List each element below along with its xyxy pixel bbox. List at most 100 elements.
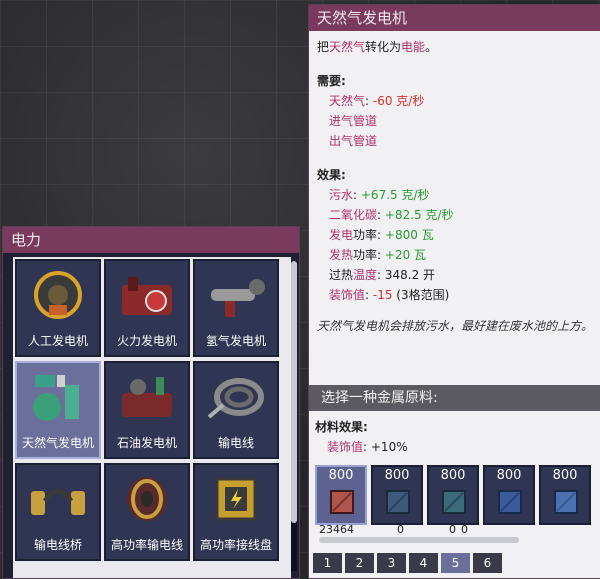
build-item-wire[interactable]: 输电线 bbox=[193, 361, 279, 459]
metal-ore-icon bbox=[442, 490, 466, 514]
material-cost: 800 bbox=[328, 468, 354, 483]
material-cost: 800 bbox=[440, 468, 466, 483]
separator: : bbox=[377, 268, 385, 282]
description-text: 。 bbox=[425, 40, 438, 54]
heavy-wire-joint-plate-icon bbox=[215, 477, 257, 521]
effect-name: 二氧化碳 bbox=[329, 208, 378, 222]
wire-bridge-icon bbox=[31, 488, 85, 515]
effect-name: 发热 bbox=[329, 248, 354, 262]
build-menu-grid: 人工发电机 火力发电机 氢气发电机 天然气发电机 石油发电机 输电线 输电线桥 … bbox=[13, 257, 291, 578]
page-button-active[interactable]: 5 bbox=[441, 553, 470, 573]
petroleum-generator-icon bbox=[122, 377, 172, 417]
effect-extra: (3格范围) bbox=[392, 288, 450, 302]
separator: : bbox=[365, 288, 373, 302]
material-count: 23464 bbox=[319, 523, 354, 536]
effect-co2: 二氧化碳: +82.5 克/秒 bbox=[317, 205, 593, 225]
hydrogen-generator-icon bbox=[211, 279, 265, 317]
material-effects-title: 材料效果: bbox=[315, 420, 368, 434]
heavy-wire-icon bbox=[127, 477, 167, 521]
build-item-heavy-wire-joint-plate[interactable]: 高功率接线盘 bbox=[193, 463, 279, 561]
page-button[interactable]: 1 bbox=[313, 553, 342, 573]
build-item-hydrogen-generator[interactable]: 氢气发电机 bbox=[193, 259, 279, 357]
effect-value: +82.5 克/秒 bbox=[384, 208, 454, 222]
requirement-value: -60 克/秒 bbox=[372, 94, 425, 108]
material-selection-header: 选择一种金属原料: bbox=[309, 385, 600, 411]
effect-name-prefix: 过热 bbox=[329, 268, 354, 282]
coal-generator-icon bbox=[122, 277, 172, 315]
material-option[interactable]: 800 bbox=[371, 465, 423, 525]
separator: : bbox=[377, 228, 385, 242]
build-item-heavy-wire[interactable]: 高功率输电线 bbox=[104, 463, 190, 561]
separator: : bbox=[377, 208, 385, 222]
material-count: 0 bbox=[397, 523, 404, 536]
page-button[interactable]: 6 bbox=[473, 553, 502, 573]
build-item-manual-generator[interactable]: 人工发电机 bbox=[15, 259, 101, 357]
page-button[interactable]: 2 bbox=[345, 553, 374, 573]
page-button[interactable]: 4 bbox=[409, 553, 438, 573]
description-text: 把 bbox=[317, 40, 330, 54]
description-gas-link: 天然气 bbox=[329, 40, 366, 54]
build-item-natural-gas-generator[interactable]: 天然气发电机 bbox=[15, 361, 101, 459]
material-option[interactable]: 800 bbox=[427, 465, 479, 525]
material-effects: 材料效果: 装饰值: +10% bbox=[315, 417, 408, 457]
description: 把天然气转化为电能。 bbox=[317, 37, 593, 57]
description-power-link: 电能 bbox=[401, 40, 426, 54]
separator: : bbox=[363, 440, 371, 454]
metal-ore-icon bbox=[554, 490, 578, 514]
build-item-label: 天然气发电机 bbox=[21, 436, 94, 450]
effect-name-suffix: 功率 bbox=[353, 248, 378, 262]
effect-value: +800 瓦 bbox=[384, 228, 434, 242]
manual-generator-icon bbox=[34, 271, 82, 319]
requirement-name: 天然气 bbox=[329, 94, 366, 108]
effect-decor: 装饰值: -15 (3格范围) bbox=[317, 285, 593, 305]
build-item-label: 人工发电机 bbox=[27, 334, 88, 348]
build-item-coal-generator[interactable]: 火力发电机 bbox=[104, 259, 190, 357]
material-count: 0 bbox=[449, 523, 456, 536]
effect-name: 装饰值 bbox=[329, 288, 366, 302]
requirement-input-pipe: 进气管道 bbox=[329, 114, 378, 128]
metal-ore-icon bbox=[386, 490, 410, 514]
effect-value: 348.2 开 bbox=[384, 268, 436, 282]
effect-value: +20 瓦 bbox=[384, 248, 427, 262]
effects-title: 效果: bbox=[317, 168, 346, 182]
effect-power-output: 发电功率: +800 瓦 bbox=[317, 225, 593, 245]
effect-overheat-temp: 过热温度: 348.2 开 bbox=[317, 265, 593, 285]
requirement-gas: 天然气: -60 克/秒 bbox=[317, 91, 593, 111]
effect-name: 发电 bbox=[329, 228, 354, 242]
requirements-title: 需要: bbox=[317, 74, 346, 88]
build-menu-panel: 电力 人工发电机 火力发电机 氢气发电机 天然气发电机 石油发电机 输电线 输电… bbox=[2, 226, 300, 579]
info-title: 天然气发电机 bbox=[309, 5, 600, 31]
material-cost: 800 bbox=[384, 468, 410, 483]
build-item-label: 高功率输电线 bbox=[110, 538, 183, 552]
material-scrollbar[interactable] bbox=[319, 537, 519, 543]
material-option[interactable]: 800 bbox=[539, 465, 591, 525]
material-counts: 23464 0 0 0 bbox=[319, 523, 549, 537]
description-text: 转化为 bbox=[365, 40, 402, 54]
separator: : bbox=[353, 188, 361, 202]
info-body: 把天然气转化为电能。 需要: 天然气: -60 克/秒 进气管道 出气管道 效果… bbox=[309, 31, 600, 336]
build-item-label: 石油发电机 bbox=[116, 436, 177, 450]
flavor-text: 天然气发电机会排放污水，最好建在废水池的上方。 bbox=[317, 319, 594, 333]
material-option[interactable]: 800 bbox=[315, 465, 367, 525]
build-menu-scrollbar[interactable] bbox=[291, 261, 297, 571]
effect-name: 污水 bbox=[329, 188, 354, 202]
material-option[interactable]: 800 bbox=[483, 465, 535, 525]
separator: : bbox=[365, 94, 373, 108]
build-item-label: 火力发电机 bbox=[116, 334, 177, 348]
material-pagination: 1 2 3 4 5 6 bbox=[313, 553, 502, 573]
material-count: 0 bbox=[461, 523, 468, 536]
page-button[interactable]: 3 bbox=[377, 553, 406, 573]
effect-name: 温度 bbox=[353, 268, 378, 282]
natural-gas-generator-icon bbox=[33, 375, 79, 421]
building-info-panel: 天然气发电机 把天然气转化为电能。 需要: 天然气: -60 克/秒 进气管道 … bbox=[308, 4, 600, 579]
build-item-label: 氢气发电机 bbox=[205, 334, 266, 348]
build-item-petroleum-generator[interactable]: 石油发电机 bbox=[104, 361, 190, 459]
effect-value: +67.5 克/秒 bbox=[360, 188, 430, 202]
material-effect-value: +10% bbox=[370, 440, 408, 454]
effect-heat-output: 发热功率: +20 瓦 bbox=[317, 245, 593, 265]
build-item-wire-bridge[interactable]: 输电线桥 bbox=[15, 463, 101, 561]
wire-icon bbox=[207, 378, 264, 419]
requirement-output-pipe: 出气管道 bbox=[329, 134, 378, 148]
material-cost: 800 bbox=[496, 468, 522, 483]
scrollbar-thumb[interactable] bbox=[291, 261, 297, 523]
